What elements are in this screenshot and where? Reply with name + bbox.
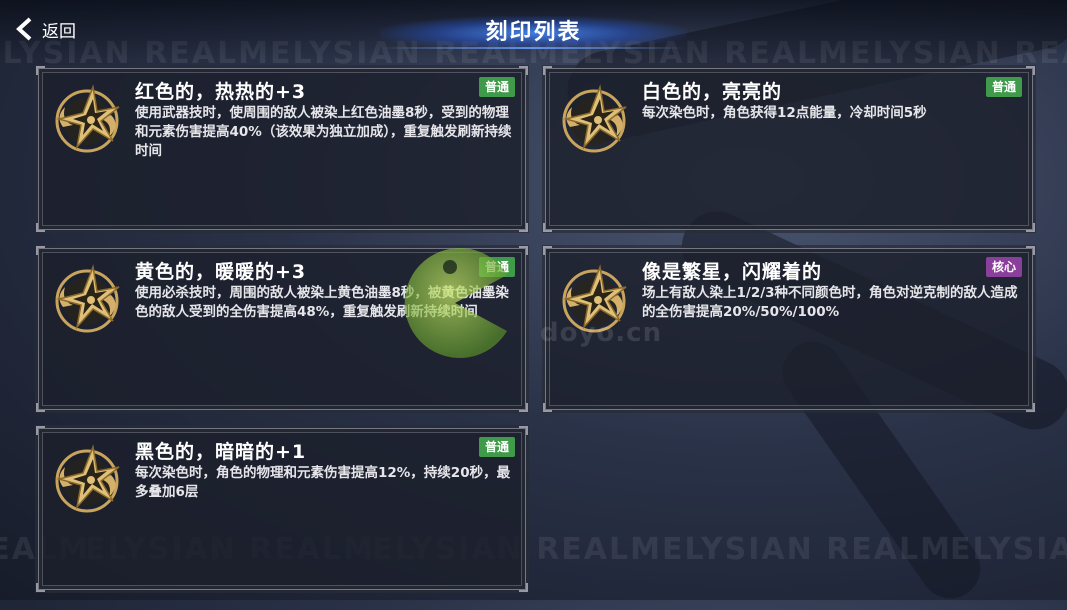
card-corner — [1026, 403, 1035, 412]
rarity-badge: 普通 — [478, 77, 515, 97]
rarity-badge: 普通 — [985, 77, 1022, 97]
golden-star-emblem-icon — [562, 84, 627, 153]
stigma-card-black[interactable]: 黑色的，暗暗的+1 普通 每次染色时，角色的物理和元素伤害提高12%，持续20秒… — [35, 425, 529, 593]
golden-star-emblem-icon — [55, 84, 120, 153]
card-corner — [36, 403, 45, 412]
card-corner — [543, 403, 552, 412]
golden-star-emblem-icon — [55, 264, 120, 333]
back-label: 返回 — [42, 21, 76, 42]
card-corner — [1026, 66, 1035, 75]
card-corner — [36, 223, 45, 232]
rarity-badge: 普通 — [478, 437, 515, 457]
card-corner — [1026, 223, 1035, 232]
card-title: 红色的，热热的+3 — [135, 81, 307, 103]
card-corner — [36, 583, 45, 592]
card-description: 每次染色时，角色的物理和元素伤害提高12%，持续20秒，最多叠加6层 — [135, 465, 511, 500]
back-button[interactable]: 返回 — [14, 14, 76, 44]
card-title: 黑色的，暗暗的+1 — [135, 441, 307, 463]
card-corner — [1026, 246, 1035, 255]
card-corner — [519, 223, 528, 232]
card-corner — [519, 66, 528, 75]
pacman-logo-watermark-icon — [404, 248, 507, 358]
rarity-badge: 核心 — [985, 257, 1022, 277]
card-title: 像是繁星，闪耀着的 — [642, 261, 823, 283]
page-title: 刻印列表 — [485, 20, 582, 45]
card-title: 黄色的，暖暖的+3 — [135, 261, 307, 283]
card-corner — [543, 223, 552, 232]
card-corner — [543, 246, 552, 255]
stigma-card-white[interactable]: 白色的，亮亮的 普通 每次染色时，角色获得12点能量，冷却时间5秒 — [542, 65, 1036, 233]
golden-star-emblem-icon — [55, 444, 120, 513]
card-corner — [519, 583, 528, 592]
background-watermark: ELYSIAN REALM — [662, 532, 952, 567]
site-watermark: doyo.cn — [540, 318, 663, 348]
stigma-card-red[interactable]: 红色的，热热的+3 普通 使用武器技时，使周围的敌人被染上红色油墨8秒，受到的物… — [35, 65, 529, 233]
background-watermark: ELYSIAN REALM — [950, 532, 1067, 567]
card-corner — [36, 246, 45, 255]
card-corner — [519, 426, 528, 435]
card-description: 使用武器技时，使周围的敌人被染上红色油墨8秒，受到的物理和元素伤害提高40%（该… — [135, 105, 512, 159]
card-corner — [519, 403, 528, 412]
card-corner — [543, 66, 552, 75]
card-description: 每次染色时，角色获得12点能量，冷却时间5秒 — [642, 105, 927, 121]
card-title: 白色的，亮亮的 — [642, 81, 783, 103]
card-corner — [36, 66, 45, 75]
card-corner — [36, 426, 45, 435]
chevron-left-icon — [16, 17, 32, 41]
card-corner — [519, 246, 528, 255]
card-description: 场上有敌人染上1/2/3种不同颜色时，角色对逆克制的敌人造成的全伤害提高20%/… — [642, 285, 1018, 320]
